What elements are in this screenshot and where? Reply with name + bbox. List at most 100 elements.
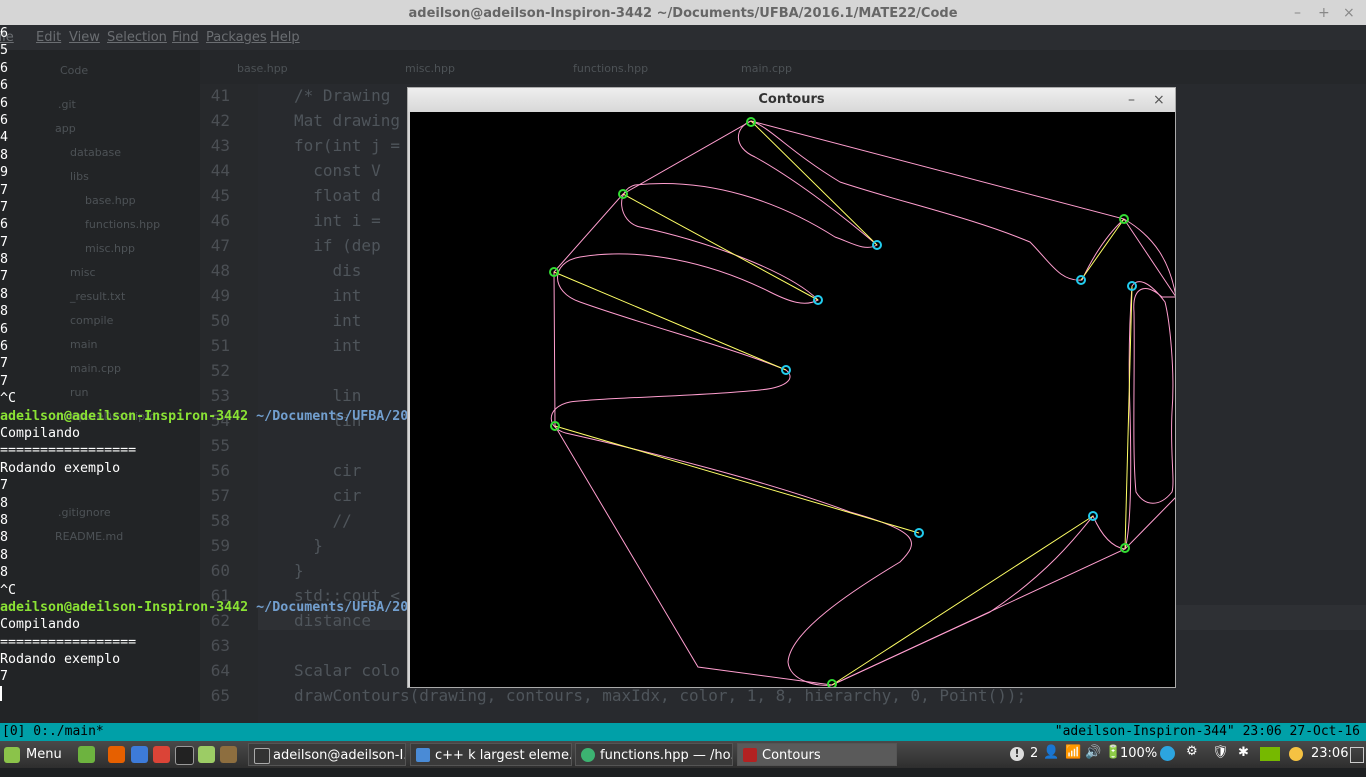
terminal-line: 8 [0,304,9,320]
prompt-path: ~/Documents/UFBA/20 [248,408,409,424]
terminal-output[interactable]: 6 5 6 6 6 6 4 8 9 7 7 6 7 8 7 8 8 6 6 7 7 ^C adeilson@adeilson… [0,25,470,725]
window-titlebar: adeilson@adeilson-Inspiron-3442 ~/Docume… [0,0,1366,25]
contours-canvas [410,112,1177,689]
terminal-line: 8 [0,147,9,163]
minimize-window-button[interactable]: – [1294,0,1301,27]
prompt-path: ~/Documents/UFBA/20 [248,599,409,615]
tmux-window-list: [0] 0:./main* [2,724,104,739]
mint-logo-icon [4,746,20,763]
wifi-icon[interactable]: 📶 [1065,745,1081,760]
start-menu-button[interactable]: Menu [4,743,68,766]
terminal-line: 8 [0,252,9,268]
task-contours[interactable]: Contours [737,743,897,766]
terminal-line: 7 [0,199,9,215]
terminal-line: 6 [0,60,9,76]
task-label: Contours [762,748,821,763]
terminal-line: Compilando [0,617,81,633]
terminal-line: Compilando [0,425,81,441]
browser-task-icon [416,748,430,762]
volume-icon[interactable]: 🔊 [1085,745,1101,760]
terminal-line: 6 [0,78,9,94]
nvidia-icon[interactable] [1260,747,1280,761]
battery-icon[interactable]: 🔋 [1105,745,1121,760]
terminal-cursor [0,685,470,703]
terminal-line: 7 [0,269,9,285]
telegram-icon[interactable] [1160,746,1175,761]
terminal-line: 6 [0,95,9,111]
tab-functions-hpp[interactable]: functions.hpp [573,62,648,75]
clock[interactable]: 23:06 [1311,746,1348,761]
terminal-line: ^C [0,582,17,598]
battery-percent: 100% [1120,746,1158,761]
task-browser[interactable]: c++ k largest eleme... [410,743,572,766]
terminal-task-icon [254,748,270,764]
terminal-prompt: adeilson@adeilson-Inspiron-3442 ~/Docume… [0,599,470,616]
task-terminal[interactable]: adeilson@adeilson-I... [248,743,406,766]
terminal-line: 6 [0,112,9,128]
workspace-icon[interactable] [1350,747,1364,763]
close-window-button[interactable]: × [1343,0,1355,27]
taskbar: Menu adeilson@adeilson-I... c++ k larges… [0,741,1366,768]
terminal-line: Rodando exemplo [0,652,121,668]
terminal-line: 6 [0,26,9,41]
terminal-line: 7 [0,356,9,372]
settings-icon[interactable]: ⚙ [1186,744,1198,759]
show-desktop-icon[interactable] [78,746,95,763]
prompt-user: adeilson@adeilson-Inspiron-3442 [0,599,249,615]
terminal-line: 8 [0,565,9,581]
terminal-line: 6 [0,217,9,233]
start-menu-label: Menu [26,747,62,762]
maximize-window-button[interactable]: + [1318,0,1330,27]
task-label: adeilson@adeilson-I... [273,748,406,763]
terminal-line: 7 [0,478,9,494]
terminal-line: 8 [0,512,9,528]
hand-contour-drawing [549,117,1177,689]
warning-icon[interactable]: ! [1010,747,1024,761]
shield-icon[interactable]: 🛡 [1212,745,1229,760]
contours-title: Contours [758,92,825,107]
convex-hull-outline [553,120,1177,686]
terminal-prompt: adeilson@adeilson-Inspiron-3442 ~/Docume… [0,408,470,425]
window-title: adeilson@adeilson-Inspiron-3442 ~/Docume… [408,6,958,21]
task-atom[interactable]: functions.hpp — /ho... [575,743,733,766]
contours-titlebar[interactable]: Contours – × [408,88,1175,112]
tmux-status-bar: [0] 0:./main* "adeilson-Inspiron-344" 23… [0,723,1366,741]
firefox-icon[interactable] [108,746,125,763]
terminal-line: 8 [0,495,9,511]
terminal-line: ^C [0,391,17,407]
terminal-line: 7 [0,234,9,250]
chromium-icon[interactable] [131,746,148,763]
terminal-line: 4 [0,130,9,146]
notification-count: 2 [1030,746,1039,761]
terminal-line: 7 [0,669,9,685]
task-label: functions.hpp — /ho... [600,748,733,763]
contours-close-button[interactable]: × [1153,88,1165,112]
files-icon[interactable] [198,746,215,763]
terminal-line: 7 [0,373,9,389]
user-icon[interactable]: 👤 [1043,745,1059,760]
terminal-line: 7 [0,182,9,198]
terminal-line: 8 [0,530,9,546]
tab-main-cpp[interactable]: main.cpp [741,62,792,75]
contours-minimize-button[interactable]: – [1128,88,1135,112]
terminal-line: 8 [0,547,9,563]
terminal-line: 6 [0,339,9,355]
task-label: c++ k largest eleme... [435,748,572,763]
terminal-line: ================= [0,634,137,650]
bluetooth-icon[interactable]: ✱ [1238,745,1249,760]
terminal-line: Rodando exemplo [0,460,121,476]
weather-icon[interactable] [1289,747,1303,761]
terminal-line: ================= [0,443,137,459]
terminal-icon[interactable] [175,746,194,765]
defect-points [781,240,1137,538]
contours-window[interactable]: Contours – × [407,87,1177,689]
tmux-host-clock: "adeilson-Inspiron-344" 23:06 27-Oct-16 [1054,724,1360,739]
defect-lines [553,120,1133,686]
prompt-user: adeilson@adeilson-Inspiron-3442 [0,408,249,424]
atom-task-icon [581,748,595,762]
chrome-icon[interactable] [153,746,170,763]
app-launcher-icon[interactable] [220,746,237,763]
opencv-task-icon [743,748,757,762]
terminal-line: 9 [0,165,9,181]
terminal-line: 8 [0,286,9,302]
